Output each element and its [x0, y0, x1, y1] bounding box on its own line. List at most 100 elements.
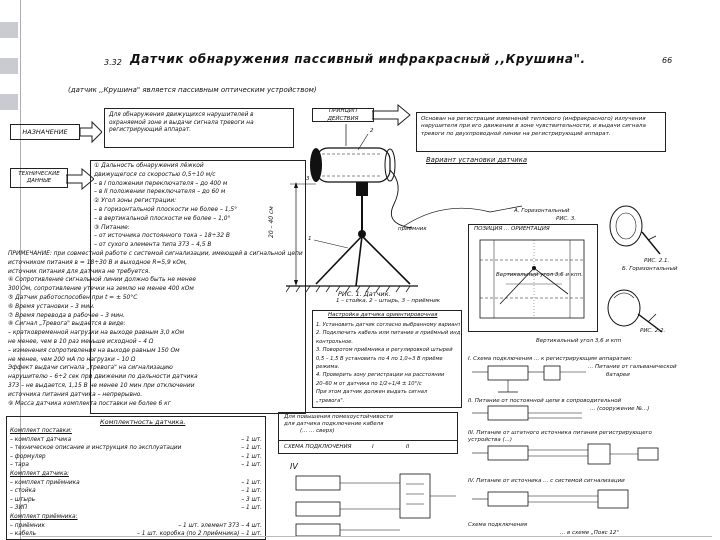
- spec-line: не менее, чем 200 мА по нагрузки – 10 Ω: [8, 356, 136, 363]
- kit-qty: – 1 шт.: [241, 505, 262, 512]
- instruction-list: 1. Установить датчик согласно выбранному…: [316, 321, 460, 405]
- tree-mount-1: [609, 205, 661, 255]
- spec-line: не менее, чем в 10 раз меньше исходной –…: [8, 338, 154, 345]
- fig2-sub: РИС. 3.: [556, 216, 577, 222]
- kit-item: – комплект датчика: [10, 436, 72, 443]
- kit-qty: – 1 шт.: [241, 462, 262, 469]
- middle-row-label: СХЕМА ПОДКЛЮЧЕНИЯ: [284, 444, 352, 450]
- fig-small-caption-2: РИС. 2.2.: [640, 328, 666, 334]
- spec-line: ③ Питание:: [94, 224, 130, 231]
- strip-square: [0, 58, 18, 74]
- fig1-caption: РИС. 1. Датчик.: [338, 290, 391, 298]
- kit-item: – приёмник: [10, 522, 45, 529]
- kit-list: Комплект поставки: – комплект датчика – 1 …: [10, 427, 262, 539]
- scheme-4-title: IV. Питание от источника ... с системой …: [468, 478, 625, 484]
- kit-qty: – 1 шт.: [241, 479, 262, 486]
- strip-square: [0, 76, 18, 92]
- specs-list: ① Дальность обнаружения лёжкой движущегос…: [8, 162, 304, 408]
- kit-title: Комплектность датчика.: [100, 418, 186, 426]
- kit-qty: – 3 шт.: [241, 496, 262, 503]
- spec-line: – от сухого элемента типа 373 – 4,5 В: [94, 242, 212, 249]
- sheet-bottom-line: [22, 536, 712, 537]
- strip-square: [0, 94, 18, 110]
- purpose-label: НАЗНАЧЕНИЕ: [10, 124, 80, 140]
- strip-square: [0, 4, 18, 20]
- spec-line: – в I положении переключателя – до 400 м: [94, 180, 228, 187]
- kit-line: – комплект приёмника – 1 шт.: [10, 479, 262, 488]
- scheme-1a: ... Питание от гальванической: [588, 364, 677, 370]
- spec-line: – в вертикальной плоскости не более – 1,…: [94, 215, 231, 222]
- kit-item: – комплект приёмника: [10, 479, 80, 486]
- scheme-1b: батареи: [606, 372, 630, 378]
- kit-qty: – 1 шт.: [241, 453, 262, 460]
- instruction-line: контрольное.: [316, 338, 353, 345]
- spec-line: – в II положении переключателя – до 60 м: [94, 189, 226, 196]
- spec-line: ⑤ Датчик работоспособен при t = ± 50°С: [8, 294, 138, 301]
- scheme-1-diagram: [472, 365, 586, 393]
- instruction-line: 4. Проверить зону регистрации на расстоя…: [316, 372, 445, 379]
- page-subtitle: (датчик ,,Крушина" является пассивным оп…: [68, 86, 317, 94]
- instruction-line: 1. Установить датчик согласно выбранному…: [316, 322, 460, 328]
- fig1-num-2: 2: [370, 128, 374, 134]
- kit-line: – тара – 1 шт.: [10, 461, 262, 470]
- spec-line: ① Дальность обнаружения лёжкой: [94, 163, 204, 169]
- spec-line: – изменения сопротивления на выходе равн…: [8, 347, 180, 354]
- spec-line: ПРИМЕЧАНИЕ: при совместной работе с сист…: [8, 250, 304, 257]
- kit-qty: – 1 шт.: [241, 445, 262, 452]
- kit-item: – штырь: [10, 496, 36, 503]
- spec-line: движущегося со скоростью 0,5÷10 м/с: [94, 171, 216, 178]
- spec-line: ⑨ Масса датчика комплекта поставки не бо…: [8, 400, 171, 407]
- fig1-height: 20 – 40 см: [268, 206, 275, 238]
- kit-line: – приёмник – 1 шт. элемент 373 – 4 шт.: [10, 522, 262, 531]
- fig1-num-3: 3: [306, 176, 310, 182]
- spec-line: – в горизонтальной плоскости не более – …: [94, 206, 238, 213]
- spec-line: ⑥ Время установки – 3 мин.: [8, 303, 95, 310]
- fig2-drawing: [479, 239, 585, 319]
- spec-line: – кратковременной нагрузки на выходе рав…: [8, 330, 185, 337]
- kit-line: – стойка – 1 шт.: [10, 487, 262, 496]
- middle-v1: I: [372, 444, 374, 450]
- kit-item: – техническое описание и инструкция по э…: [10, 445, 182, 452]
- strip-square: [0, 40, 18, 56]
- kit-item: – стойка: [10, 488, 36, 495]
- instruction-title: Настройка датчика ориентировочная: [328, 312, 438, 318]
- spec-line: 373 – не выдается, 1,15 В не менее 10 ми…: [8, 382, 195, 389]
- kit-qty: – 1 шт.: [241, 436, 262, 443]
- kit-qty: – 1 шт.: [241, 488, 262, 495]
- instruction-line: При этом датчик должен выдать сигнал: [316, 389, 428, 396]
- page-number: 66: [662, 56, 673, 65]
- kit-line: – техническое описание и инструкция по э…: [10, 444, 262, 453]
- purpose-text: Для обнаружения движущихся нарушителей в…: [104, 108, 294, 148]
- middle-text-3: (... ... сверх): [300, 428, 335, 434]
- instruction-line: 2. Подключить кабель или питание и приём…: [316, 330, 460, 337]
- kit-line: Комплект поставки:: [10, 427, 262, 436]
- fig-small-caption-1b: Б. Горизонтальный: [622, 266, 678, 272]
- spec-line: ② Угол зоны регистрации:: [94, 198, 177, 205]
- kit-item: – кабель: [10, 531, 37, 538]
- instruction-line: 3. Поворотом приёмника и регулировкой шт…: [316, 347, 453, 354]
- spec-line: – от источника постоянного тока – 18÷32 …: [94, 233, 230, 240]
- kit-item: Комплект приёмника:: [10, 513, 78, 520]
- scheme-2-diagram: [472, 405, 582, 421]
- kit-item: Комплект датчика:: [10, 470, 69, 477]
- middle-v2: II: [406, 444, 410, 450]
- scheme-3-diagram: [472, 443, 659, 465]
- middle-text-1: Для повышения помехоустойчивости: [284, 414, 393, 420]
- section-number: 3.32: [104, 58, 122, 67]
- middle-text-2: для датчика подключение кабеля: [284, 421, 384, 427]
- instruction-line: 0,5 – 1,5 В установить по 4 по 1,0÷3 В п…: [316, 355, 443, 362]
- page-title: Датчик обнаружения пассивный инфракрасны…: [130, 52, 586, 66]
- kit-line: – штырь – 3 шт.: [10, 496, 262, 505]
- spec-line: ⑦ Время перевода в рабочее – 3 мин.: [8, 312, 125, 319]
- kit-item: Комплект поставки:: [10, 428, 72, 434]
- kit-item: – ЗИП: [10, 505, 28, 512]
- kit-line: – кабель – 1 шт. коробка (по 2 приёмника)…: [10, 530, 262, 539]
- kit-line: – ЗИП – 1 шт.: [10, 504, 262, 513]
- kit-line: Комплект датчика:: [10, 470, 262, 479]
- spec-line: ⑧ Сигнал „Тревога" выдается в виде:: [8, 321, 126, 328]
- spec-line: Эффект выдачи сигнала „тревога" на сигна…: [8, 365, 173, 372]
- strip-square: [0, 22, 18, 38]
- kit-qty: – 1 шт. коробка (по 2 приёмника) – 1 шт.: [136, 531, 262, 538]
- spec-line: нарушителю – 6÷2 сек при движении по дал…: [8, 374, 198, 381]
- principle-text: Основан на регистрации изменений теплово…: [416, 112, 666, 152]
